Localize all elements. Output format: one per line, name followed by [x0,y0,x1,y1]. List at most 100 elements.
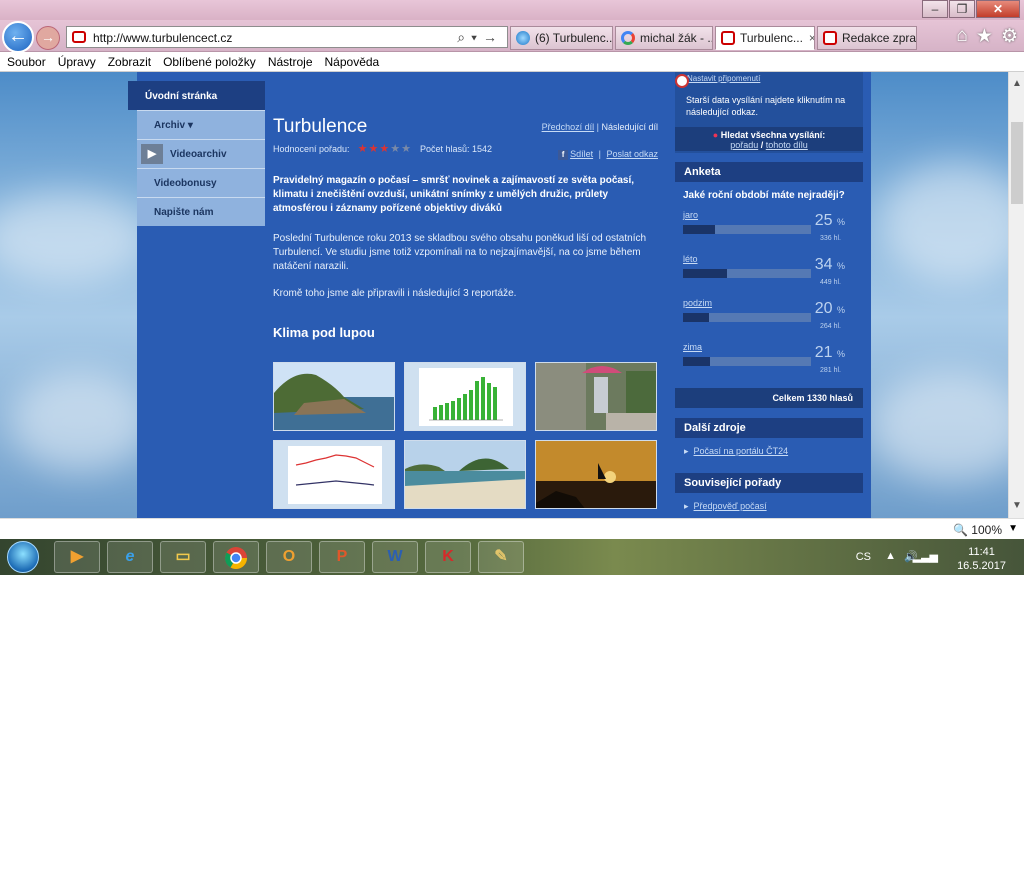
tab-turbulence-active[interactable]: Turbulenc... × [715,26,815,50]
search-show-link[interactable]: pořadu [730,140,758,150]
favorites-star-icon[interactable]: ★ [976,25,993,48]
more-sources-box: Počasí na portálu ČT24 [675,438,863,464]
star-icon[interactable]: ★ [390,143,401,155]
page-viewport: Úvodní stránka Archiv ▾ ▶ Videoarchiv Vi… [0,72,1008,518]
tab-label: michal žák - ... [640,31,713,45]
tab-redakce[interactable]: Redakce zpra... [817,26,917,50]
separator: / [760,140,764,150]
settings-gear-icon[interactable]: ⚙ [1001,25,1018,48]
menu-oblibene[interactable]: Oblíbené položky [163,55,256,69]
episode-navigation: Předchozí díl | Následující díl [542,122,658,132]
previous-episode-link[interactable]: Předchozí díl [542,122,595,132]
tab-label: Turbulenc... [740,31,803,45]
nav-home[interactable]: Úvodní stránka [128,81,265,110]
star-icon[interactable]: ★ [368,143,379,155]
show-hidden-icons-icon[interactable]: ▲ [885,550,896,562]
forward-button[interactable]: → [36,26,60,50]
address-url[interactable]: http://www.turbulencect.cz [93,31,232,45]
menu-nastroje[interactable]: Nástroje [268,55,313,69]
poll-total: Celkem 1330 hlasů [675,388,863,408]
nav-videobonusy[interactable]: Videobonusy [137,168,265,197]
nav-videoarchiv[interactable]: ▶ Videoarchiv [137,139,265,168]
right-sidebar: Nastavit připomenutí Starší data vysílán… [674,72,863,518]
poll-votes: 281 hl. [819,367,841,374]
tab-google[interactable]: michal žák - ... [615,26,713,50]
menu-soubor[interactable]: Soubor [7,55,46,69]
poll-bar [683,357,811,366]
forecast-link[interactable]: Předpověď počasí [684,501,767,511]
star-icon[interactable]: ★ [358,143,369,155]
article-body-2: Kromě toho jsme ale připravili i následu… [273,288,517,299]
menu-zobrazit[interactable]: Zobrazit [108,55,151,69]
kaspersky-icon[interactable]: K [425,541,471,573]
poll-option[interactable]: podzim 20 % 264 hl. [683,298,855,342]
rating-stars[interactable]: ★★★★★ [358,142,412,155]
tab-turbulence-facebook[interactable]: (6) Turbulenc... [510,26,613,50]
paint-icon[interactable]: ✎ [478,541,524,573]
send-link[interactable]: Poslat odkaz [606,149,658,159]
close-window-button[interactable]: ✕ [976,0,1020,18]
poll-percent: 25 % [814,212,845,229]
back-button[interactable]: ← [2,21,34,53]
internet-explorer-icon[interactable]: e [107,541,153,573]
minimize-button[interactable]: – [922,0,948,18]
file-explorer-icon[interactable]: ▭ [160,541,206,573]
site-left-navigation: Úvodní stránka Archiv ▾ ▶ Videoarchiv Vi… [128,81,265,226]
poll-option[interactable]: zima 21 % 281 hl. [683,342,855,386]
start-button[interactable] [7,541,39,573]
poll-option[interactable]: léto 34 % 449 hl. [683,254,855,298]
old-broadcasts-text: Starší data vysílání najdete kliknutím n… [686,95,846,117]
word-icon[interactable]: W [372,541,418,573]
thumbnail-street-umbrella[interactable] [535,362,657,431]
related-shows-title: Související pořady [675,473,863,493]
thumbnail-bar-chart[interactable] [404,362,526,431]
chrome-icon[interactable] [213,541,259,573]
menu-upravy[interactable]: Úpravy [58,55,96,69]
search-episode-link[interactable]: tohoto dílu [766,140,808,150]
maximize-button[interactable]: ❐ [949,0,975,18]
article-lead: Pravidelný magazín o počasí – smršť novi… [273,175,635,214]
outlook-icon[interactable]: O [266,541,312,573]
powerpoint-icon[interactable]: P [319,541,365,573]
star-icon[interactable]: ★ [379,143,390,155]
poll-votes: 264 hl. [819,323,841,330]
share-link[interactable]: Sdílet [570,149,593,159]
thumbnail-sunset-sailboat[interactable] [535,440,657,509]
tab-close-icon[interactable]: × [809,31,814,45]
ct24-weather-link[interactable]: Počasí na portálu ČT24 [684,446,789,456]
media-player-icon[interactable]: ▶ [54,541,100,573]
menu-napoveda[interactable]: Nápověda [325,55,380,69]
thumbnail-island-coast[interactable] [273,362,395,431]
reminder-link[interactable]: Nastavit připomenutí [674,74,760,88]
poll-option[interactable]: jaro 25 % 336 hl. [683,210,855,254]
more-sources-title: Další zdroje [675,418,863,438]
clock[interactable]: 11:41 16.5.2017 [957,545,1006,573]
network-signal-icon[interactable]: ▂▃▅ [913,550,938,563]
nav-archiv[interactable]: Archiv ▾ [137,110,265,139]
address-controls[interactable]: ⌕▾→ [457,29,503,46]
dropdown-icon[interactable]: ▾ [471,29,483,45]
nav-napiste-nam[interactable]: Napište nám [137,197,265,226]
broadcast-info-box: Nastavit připomenutí Starší data vysílán… [674,72,863,153]
play-icon: ▶ [141,144,163,164]
scroll-up-icon[interactable]: ▲ [1009,76,1024,92]
address-bar[interactable]: http://www.turbulencect.cz ⌕▾→ [66,26,508,48]
vertical-scrollbar[interactable]: ▲ ▼ [1008,72,1024,518]
system-tray: CS ▲ 🔊 ▂▃▅ 11:41 16.5.2017 [816,541,1016,573]
scroll-thumb[interactable] [1011,122,1023,204]
article: Turbulence Předchozí díl | Následující d… [273,116,658,340]
thumbnail-line-chart[interactable] [273,440,395,509]
search-all-label: Hledat všechna vysílání: [720,130,826,140]
window-title-bar: – ❐ ✕ [0,0,1024,22]
status-bar: 🔍 100% ▼ [0,518,1024,539]
zoom-level[interactable]: 🔍 100% [953,523,1002,537]
star-icon[interactable]: ★ [401,143,412,155]
zoom-dropdown-icon[interactable]: ▼ [1008,523,1018,534]
language-indicator[interactable]: CS [856,551,871,563]
thumbnail-beach[interactable] [404,440,526,509]
home-icon[interactable]: ⌂ [956,25,967,48]
next-episode-link[interactable]: Následující díl [601,122,658,132]
scroll-down-icon[interactable]: ▼ [1009,498,1024,514]
go-icon[interactable]: → [483,29,503,45]
search-icon[interactable]: ⌕ [457,29,471,45]
